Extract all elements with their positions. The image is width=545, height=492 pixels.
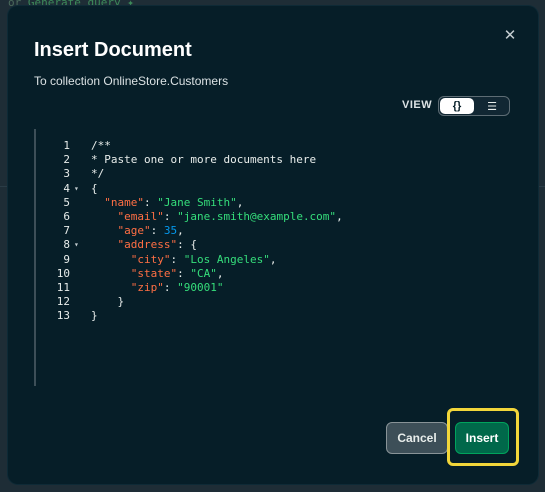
editor-line: 7 "age": 35, [34,224,504,238]
line-code: { [91,181,98,195]
editor-line: 13} [34,309,504,323]
line-code: "age": 35, [117,224,184,238]
editor-line: 2 * Paste one or more documents here [34,153,504,167]
editor-line: 8 ▾ "address": { [34,238,504,252]
line-code: } [91,309,98,323]
line-number: 9 [63,252,70,266]
editor-line: 10 "state": "CA", [34,267,504,281]
line-code: * Paste one or more documents here [91,153,317,167]
line-code: */ [91,167,105,181]
modal-title: Insert Document [34,39,192,61]
editor-line: 5 "name": "Jane Smith", [34,196,504,210]
editor-line: 11 "zip": "90001" [34,281,504,295]
list-view-toggle[interactable]: ☰ [475,97,509,115]
editor-line: 4 ▾ { [34,182,504,196]
fold-toggle-icon[interactable]: ▾ [74,238,84,252]
line-number: 1 [63,139,70,152]
json-braces-icon: {} [452,100,462,112]
editor-line: 1 /** [34,139,504,153]
line-number: 4 [63,181,70,195]
insert-document-modal: ✕ Insert Document To collection OnlineSt… [8,6,538,484]
line-number: 13 [56,309,70,323]
modal-subtitle: To collection OnlineStore.Customers [34,74,229,88]
line-number: 7 [63,224,70,238]
json-view-toggle[interactable]: {} [440,98,474,114]
line-code: "state": "CA", [130,266,224,280]
editor-line: 9 "city": "Los Angeles", [34,253,504,267]
line-code: "name": "Jane Smith", [104,195,244,209]
fold-toggle-icon[interactable]: ▾ [74,182,84,196]
line-code: "email": "jane.smith@example.com", [117,210,343,223]
line-number: 6 [63,210,70,223]
editor-line: 6 "email": "jane.smith@example.com", [34,210,504,224]
line-number: 10 [56,266,70,280]
line-number: 2 [63,153,70,167]
line-number: 3 [63,167,70,181]
list-icon: ☰ [487,100,497,113]
line-code: /** [91,139,111,152]
line-number: 12 [56,295,70,309]
document-editor[interactable]: 1/** 2 * Paste one or more documents here 3… [34,129,512,386]
close-icon[interactable]: ✕ [502,28,518,44]
view-toggle: {} ☰ [438,96,510,116]
view-label: VIEW [402,99,433,111]
line-number: 8 [63,238,70,252]
line-code: } [91,295,125,309]
line-code: "zip": "90001" [130,281,224,294]
editor-line: 12 } [34,295,504,309]
line-code: "city": "Los Angeles", [130,252,277,266]
line-number: 11 [56,281,70,294]
cancel-button[interactable]: Cancel [386,422,448,454]
line-number: 5 [63,195,70,209]
line-code: "address": { [117,238,197,252]
insert-button[interactable]: Insert [455,422,509,454]
editor-line: 3 */ [34,167,504,181]
